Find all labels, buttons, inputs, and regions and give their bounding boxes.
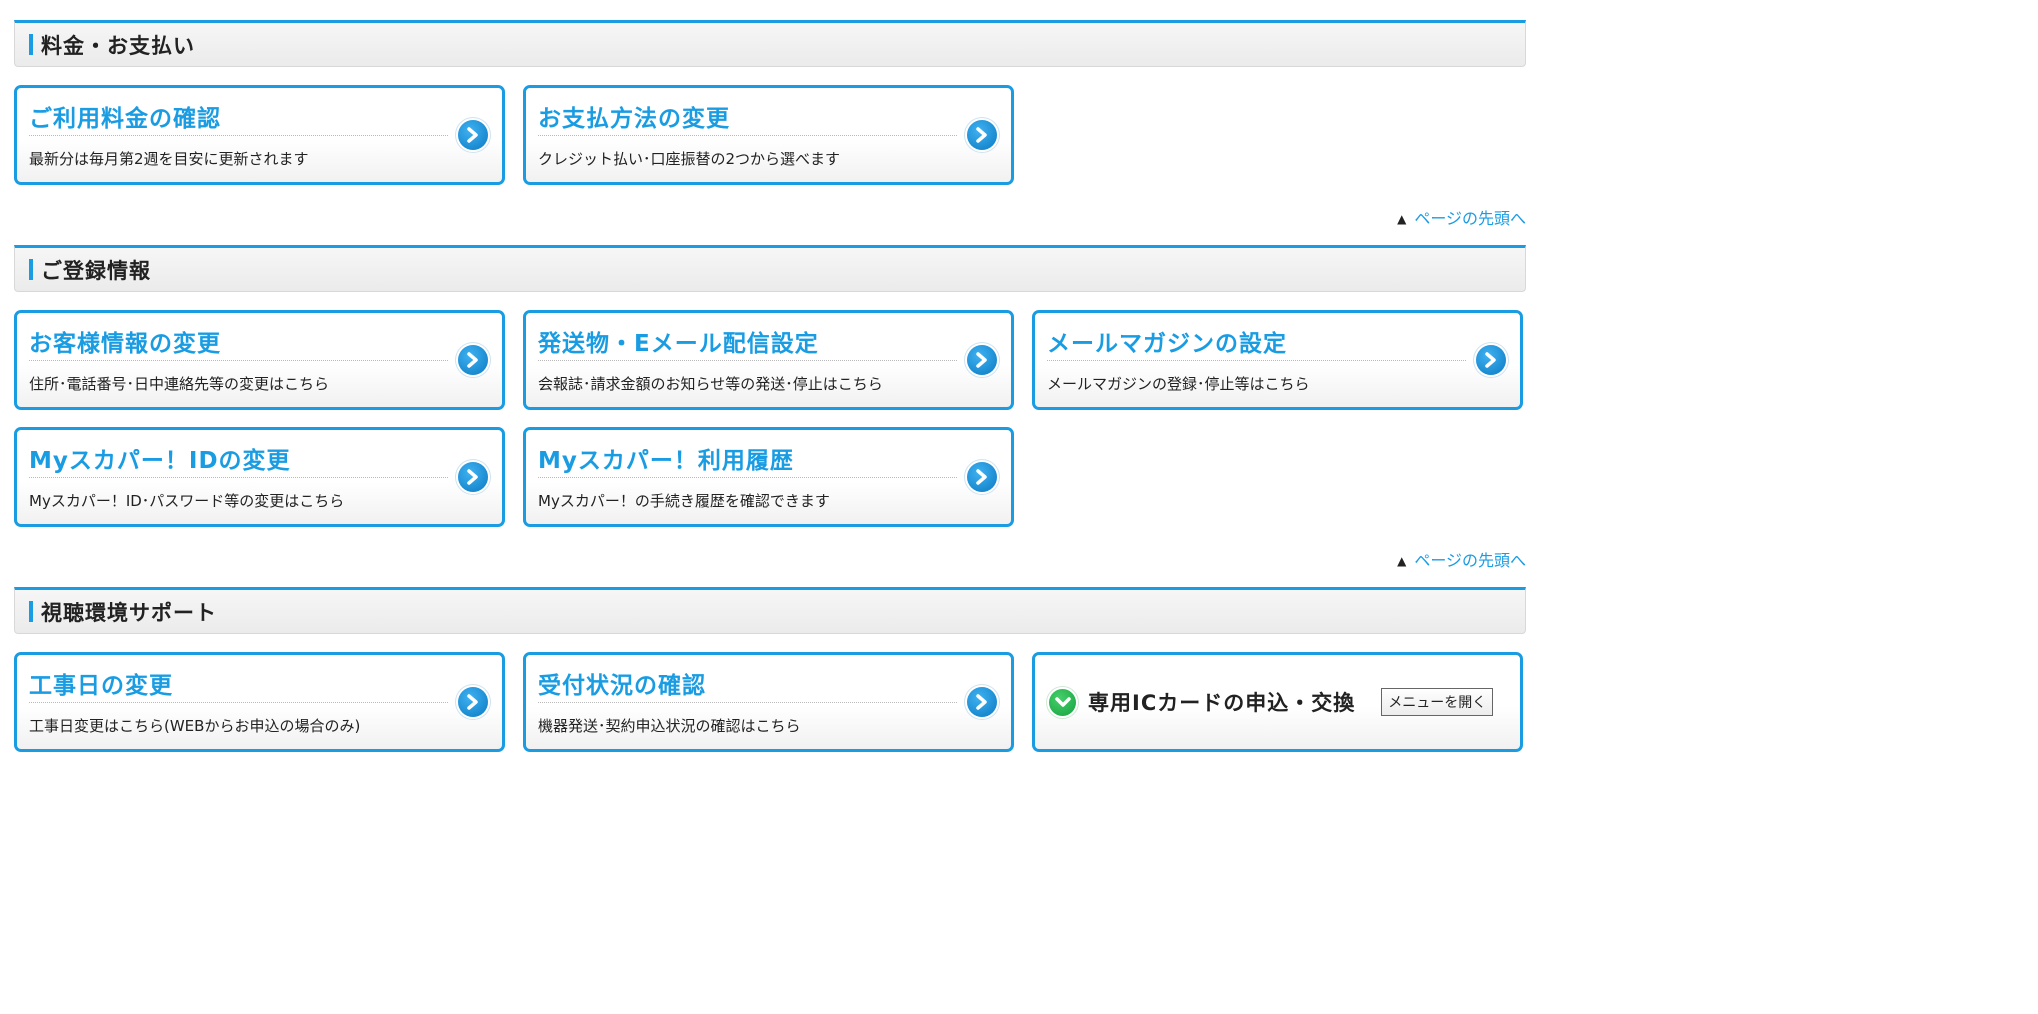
chevron-right-circle-icon[interactable] [967,345,997,375]
triangle-up-icon: ▲ [1397,212,1407,226]
card-title: 受付状況の確認 [538,673,706,699]
chevron-right-circle-icon[interactable] [967,687,997,717]
chevron-right-circle-icon[interactable] [967,120,997,150]
card-title: ご利用料金の確認 [29,106,221,132]
page-top-row: ▲ ページの先頭へ [14,205,1526,228]
card-title: 発送物・Eメール配信設定 [538,331,819,357]
card-description: 最新分は毎月第2週を目安に更新されます [29,150,309,168]
divider [29,360,448,361]
section-header: 視聴環境サポート [14,587,1526,634]
card-description: Myスカパー！の手続き履歴を確認できます [538,492,830,510]
divider [538,702,957,703]
section-bar [29,601,33,622]
divider [538,477,957,478]
card-description: 機器発送･契約申込状況の確認はこちら [538,717,801,735]
card-description: Myスカパー！ID･パスワード等の変更はこちら [29,492,345,510]
chevron-right-circle-icon[interactable] [458,120,488,150]
chevron-right-circle-icon[interactable] [1476,345,1506,375]
open-menu-button[interactable]: メニューを開く [1381,688,1494,716]
card-mail-magazine[interactable]: メールマガジンの設定 メールマガジンの登録･停止等はこちら [1032,310,1523,410]
section-viewing-support: 視聴環境サポート 工事日の変更 工事日変更はこちら(WEBからお申込の場合のみ)… [14,587,1526,752]
triangle-up-icon: ▲ [1397,554,1407,568]
section-header: ご登録情報 [14,245,1526,292]
page-top-row: ▲ ページの先頭へ [14,547,1526,570]
page-top-link[interactable]: ▲ ページの先頭へ [1397,551,1526,570]
card-billing-check[interactable]: ご利用料金の確認 最新分は毎月第2週を目安に更新されます [14,85,505,185]
card-description: 住所･電話番号･日中連絡先等の変更はこちら [29,375,330,393]
card-title: 工事日の変更 [29,673,173,699]
card-id-change[interactable]: Myスカパー！IDの変更 Myスカパー！ID･パスワード等の変更はこちら [14,427,505,527]
card-title: Myスカパー！利用履歴 [538,448,794,474]
section-registration: ご登録情報 お客様情報の変更 住所･電話番号･日中連絡先等の変更はこちら 発送物… [14,245,1526,527]
card-install-date[interactable]: 工事日の変更 工事日変更はこちら(WEBからお申込の場合のみ) [14,652,505,752]
section-title: ご登録情報 [41,258,151,283]
card-ic-card: 専用ICカードの申込・交換 メニューを開く [1032,652,1523,752]
page-top-link[interactable]: ▲ ページの先頭へ [1397,209,1526,228]
ic-card-title: 専用ICカードの申込・交換 [1088,691,1356,715]
card-usage-history[interactable]: Myスカパー！利用履歴 Myスカパー！の手続き履歴を確認できます [523,427,1014,527]
card-mail-settings[interactable]: 発送物・Eメール配信設定 会報誌･請求金額のお知らせ等の発送･停止はこちら [523,310,1014,410]
card-grid: ご利用料金の確認 最新分は毎月第2週を目安に更新されます お支払方法の変更 クレ… [14,85,1526,185]
section-title: 視聴環境サポート [41,600,217,625]
page-top-label: ページの先頭へ [1414,551,1526,570]
card-payment-method[interactable]: お支払方法の変更 クレジット払い･口座振替の2つから選べます [523,85,1014,185]
card-grid: 工事日の変更 工事日変更はこちら(WEBからお申込の場合のみ) 受付状況の確認 … [14,652,1526,752]
section-bar [29,34,33,55]
divider [1047,360,1466,361]
card-title: Myスカパー！IDの変更 [29,448,291,474]
card-title: メールマガジンの設定 [1047,331,1287,357]
chevron-right-circle-icon[interactable] [458,462,488,492]
chevron-right-circle-icon[interactable] [458,687,488,717]
section-billing: 料金・お支払い ご利用料金の確認 最新分は毎月第2週を目安に更新されます お支払… [14,20,1526,185]
card-title: お客様情報の変更 [29,331,221,357]
card-description: 工事日変更はこちら(WEBからお申込の場合のみ) [29,717,361,735]
section-header: 料金・お支払い [14,20,1526,67]
chevron-down-circle-icon[interactable] [1049,688,1076,716]
section-bar [29,259,33,280]
card-title: お支払方法の変更 [538,106,730,132]
card-description: クレジット払い･口座振替の2つから選べます [538,150,841,168]
divider [29,702,448,703]
card-description: 会報誌･請求金額のお知らせ等の発送･停止はこちら [538,375,883,393]
divider [29,135,448,136]
divider [538,360,957,361]
divider [538,135,957,136]
page-top-label: ページの先頭へ [1414,209,1526,228]
card-customer-info[interactable]: お客様情報の変更 住所･電話番号･日中連絡先等の変更はこちら [14,310,505,410]
chevron-right-circle-icon[interactable] [458,345,488,375]
card-reception-status[interactable]: 受付状況の確認 機器発送･契約申込状況の確認はこちら [523,652,1014,752]
card-grid: お客様情報の変更 住所･電話番号･日中連絡先等の変更はこちら 発送物・Eメール配… [14,310,1526,527]
page: 料金・お支払い ご利用料金の確認 最新分は毎月第2週を目安に更新されます お支払… [0,0,1552,752]
section-title: 料金・お支払い [41,33,195,58]
card-description: メールマガジンの登録･停止等はこちら [1047,375,1310,393]
divider [29,477,448,478]
chevron-right-circle-icon[interactable] [967,462,997,492]
